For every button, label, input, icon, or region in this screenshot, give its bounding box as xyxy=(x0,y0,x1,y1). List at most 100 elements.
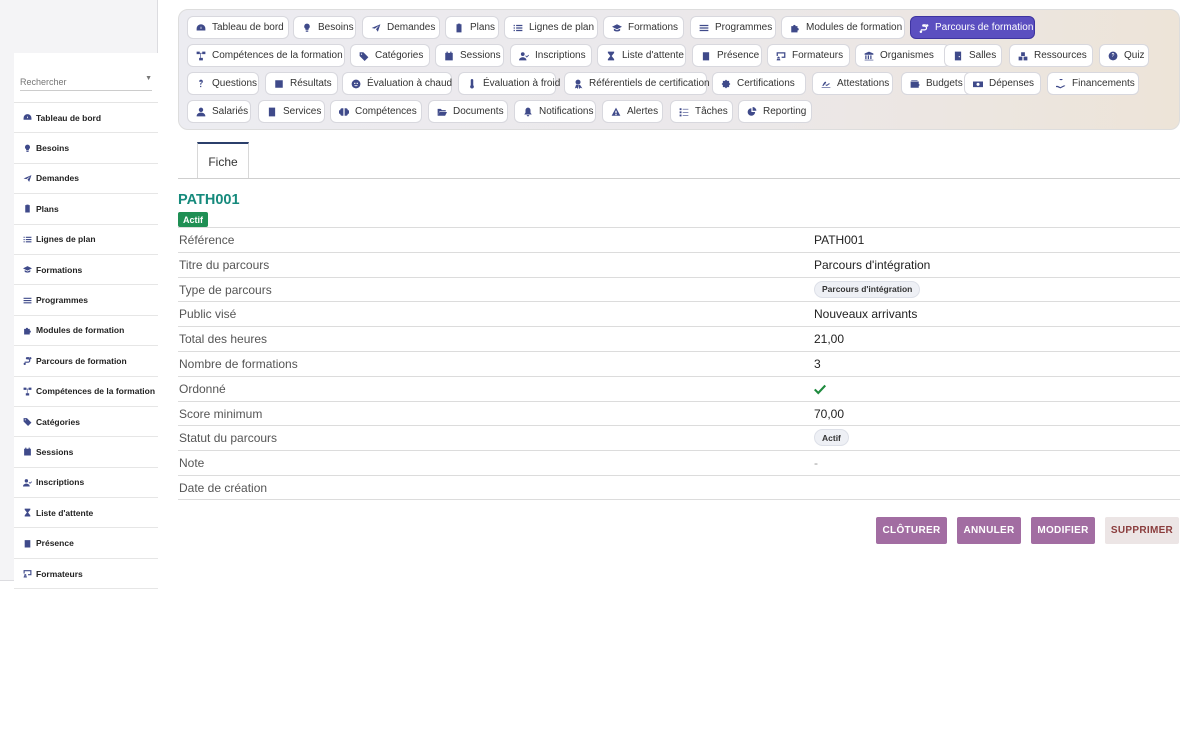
graduation-cap-icon xyxy=(21,264,33,276)
tab-pill[interactable]: Parcours de formation xyxy=(910,16,1035,39)
sidebar-item[interactable]: Besoins xyxy=(14,133,158,164)
tab-fiche[interactable]: Fiche xyxy=(197,142,249,179)
tab-pill[interactable]: Alertes xyxy=(602,100,663,123)
tab-pill-label: Catégories xyxy=(375,50,424,61)
sidebar-item[interactable]: Catégories xyxy=(14,407,158,438)
chevron-down-icon[interactable]: ▼ xyxy=(145,75,152,82)
tab-pill[interactable]: Évaluation à chaud xyxy=(342,72,452,95)
tab-pill-label: Évaluation à chaud xyxy=(367,78,453,89)
tab-pill[interactable]: Financements xyxy=(1047,72,1139,95)
tab-pill-label: Résultats xyxy=(290,78,332,89)
tab-pill[interactable]: Attestations xyxy=(812,72,893,95)
close-button[interactable]: CLÔTURER xyxy=(876,517,947,544)
tab-pill-label: Formateurs xyxy=(792,50,844,61)
dashboard-icon xyxy=(23,114,31,120)
delete-button[interactable]: SUPPRIMER xyxy=(1105,517,1179,544)
tab-pill[interactable]: Tableau de bord xyxy=(187,16,289,39)
building-column-icon xyxy=(268,107,276,116)
folder-open-icon xyxy=(437,108,447,116)
tab-pill-label: Quiz xyxy=(1124,50,1145,61)
sidebar-item-label: Modules de formation xyxy=(36,325,125,336)
tab-pill-label: Salariés xyxy=(212,106,249,117)
tab-pill[interactable]: Modules de formation xyxy=(781,16,905,39)
sidebar-item[interactable]: Inscriptions xyxy=(14,468,158,499)
tab-pill[interactable]: Documents xyxy=(428,100,508,123)
field-row: Ordonné xyxy=(178,375,1180,401)
sidebar-item[interactable]: Compétences de la formation xyxy=(14,377,158,407)
tab-pill-label: Salles xyxy=(969,50,997,61)
field-row: Référence PATH001 xyxy=(178,227,1180,252)
tab-pill[interactable]: Salariés xyxy=(187,100,251,123)
sidebar-item[interactable]: Présence xyxy=(14,528,158,559)
building-icon xyxy=(864,51,874,60)
tab-pill[interactable]: Salles xyxy=(944,44,1002,67)
tab-pill[interactable]: Quiz xyxy=(1099,44,1149,67)
tab-pill[interactable]: Notifications xyxy=(514,100,596,123)
tab-pill[interactable]: Inscriptions xyxy=(510,44,592,67)
sidebar-item[interactable]: Sessions xyxy=(14,437,158,468)
clipboard-icon xyxy=(21,203,33,215)
tags-icon xyxy=(21,416,33,428)
tab-pill[interactable]: Compétences xyxy=(330,100,422,123)
tab-pill[interactable]: Tâches xyxy=(670,100,733,123)
tab-pill[interactable]: Reporting xyxy=(738,100,812,123)
tab-pill[interactable]: Sessions xyxy=(435,44,504,67)
list-icon xyxy=(513,24,523,31)
sidebar-item[interactable]: Formateurs xyxy=(14,559,158,590)
tab-pill[interactable]: Catégories xyxy=(350,44,430,67)
sidebar-item[interactable]: Programmes xyxy=(14,285,158,316)
sidebar-item[interactable]: Plans xyxy=(14,194,158,225)
sidebar-item[interactable]: Modules de formation xyxy=(14,316,158,347)
route-icon xyxy=(21,355,33,367)
sidebar-item[interactable]: Formations xyxy=(14,255,158,286)
tab-pill[interactable]: Organismes xyxy=(855,44,950,67)
sidebar-list: Tableau de bord Besoins Demandes Plans Ligne… xyxy=(14,103,158,590)
paper-plane-icon xyxy=(21,172,33,184)
tab-pill[interactable]: Référentiels de certification xyxy=(564,72,710,95)
route-icon xyxy=(919,23,929,33)
tab-pill[interactable]: Liste d'attente xyxy=(597,44,686,67)
tab-pill-label: Questions xyxy=(212,78,258,89)
sidebar-item[interactable]: Demandes xyxy=(14,164,158,195)
field-chip: Actif xyxy=(814,429,849,447)
tab-pill[interactable]: Évaluation à froid xyxy=(458,72,560,95)
tab-pill-label: Attestations xyxy=(837,78,890,89)
sidebar-search-input[interactable] xyxy=(20,73,152,91)
tab-pill-label: Organismes xyxy=(880,50,934,61)
sidebar-item[interactable]: Lignes de plan xyxy=(14,225,158,255)
tab-pill[interactable]: Services xyxy=(258,100,325,123)
tab-pill[interactable]: Ressources xyxy=(1009,44,1093,67)
edit-button[interactable]: MODIFIER xyxy=(1031,517,1095,544)
tab-pill[interactable]: Besoins xyxy=(293,16,356,39)
sidebar-item[interactable]: Parcours de formation xyxy=(14,346,158,377)
tab-pill[interactable]: Demandes xyxy=(362,16,440,39)
bars-icon xyxy=(23,297,31,303)
tab-pill[interactable]: Résultats xyxy=(265,72,338,95)
tab-pill[interactable]: Plans xyxy=(445,16,499,39)
sidebar-item[interactable]: Liste d'attente xyxy=(14,498,158,529)
lightbulb-icon xyxy=(304,23,310,32)
sidebar-item-label: Besoins xyxy=(36,143,70,154)
tab-pill-label: Sessions xyxy=(460,50,501,61)
tab-pill[interactable]: Dépenses xyxy=(964,72,1041,95)
tab-pill-label: Certifications xyxy=(737,78,795,89)
sidebar: ▼ Tableau de bord Besoins Demandes Plans Lig… xyxy=(0,0,158,590)
tab-pill[interactable]: Programmes xyxy=(690,16,776,39)
chalkboard-teacher-icon xyxy=(23,570,31,578)
tab-pill[interactable]: Présence xyxy=(692,44,762,67)
tab-pill[interactable]: Compétences de la formation xyxy=(187,44,345,67)
tab-pill[interactable]: Lignes de plan xyxy=(504,16,598,39)
tab-pill[interactable]: Questions xyxy=(187,72,259,95)
field-label: Type de parcours xyxy=(179,282,272,297)
sidebar-item-label: Liste d'attente xyxy=(36,507,94,518)
tab-pill[interactable]: Certifications xyxy=(712,72,806,95)
tab-pill[interactable]: Formateurs xyxy=(767,44,850,67)
sidebar-item[interactable]: Tableau de bord xyxy=(14,103,158,134)
wallet-icon xyxy=(910,79,920,88)
pie-chart-icon xyxy=(747,106,757,116)
hourglass-icon xyxy=(607,51,615,60)
tab-pill[interactable]: Formations xyxy=(603,16,684,39)
sidebar-item-label: Présence xyxy=(36,538,74,549)
cancel-button[interactable]: ANNULER xyxy=(957,517,1021,544)
sidebar-item-label: Demandes xyxy=(36,173,79,184)
